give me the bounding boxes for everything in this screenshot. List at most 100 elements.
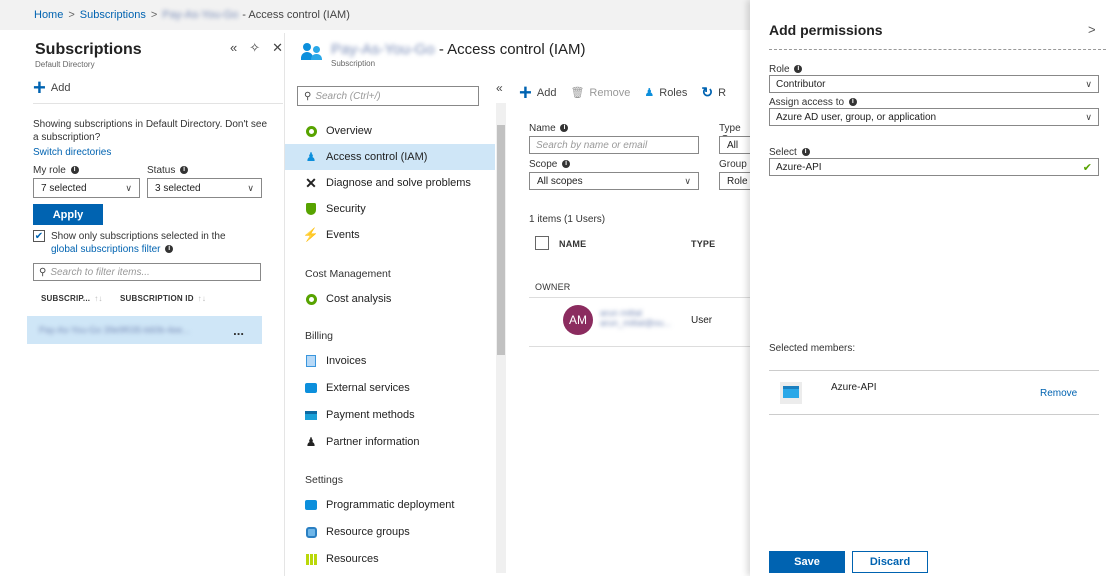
chevron-down-icon: ∨ bbox=[125, 182, 132, 193]
info-icon: i bbox=[70, 166, 79, 175]
iam-blade: Pay-As-You-Go - Access control (IAM) Sub… bbox=[284, 33, 753, 576]
add-label: Add bbox=[50, 82, 71, 94]
type-filter-select[interactable]: All bbox=[719, 136, 753, 154]
shopping-bag-icon bbox=[305, 382, 317, 394]
assign-access-label: Assign access to i bbox=[769, 97, 1099, 108]
table-row[interactable]: arun mittal arun_mittal@ou... bbox=[600, 308, 671, 328]
nav-item-payment-methods[interactable]: Payment methods bbox=[285, 402, 495, 428]
nav-item-cost-analysis[interactable]: Cost analysis bbox=[285, 286, 495, 312]
showing-text: Showing subscriptions in Default Directo… bbox=[33, 119, 268, 143]
breadcrumb-subscriptions[interactable]: Subscriptions bbox=[80, 9, 146, 21]
chevron-down-icon: ∨ bbox=[684, 175, 691, 186]
roles-icon: ♟ bbox=[644, 87, 655, 99]
items-count: 1 items (1 Users) bbox=[529, 214, 606, 225]
search-icon: ⚲ bbox=[304, 90, 312, 102]
column-header-subscription-id[interactable]: SUBSCRIPTION ID ↑↓ bbox=[120, 294, 206, 303]
info-icon: i bbox=[848, 98, 857, 107]
section-cost-management: Cost Management bbox=[305, 268, 391, 280]
section-billing: Billing bbox=[305, 330, 334, 342]
collapse-icon[interactable]: « bbox=[230, 40, 237, 56]
table-row[interactable]: Pay-As-You-Go 39e9f035-b60b-4ee... ... bbox=[27, 316, 262, 344]
chevron-down-icon: ∨ bbox=[247, 182, 254, 193]
select-input[interactable]: Azure-API ✔ bbox=[769, 158, 1099, 176]
remove-member-link[interactable]: Remove bbox=[1040, 388, 1077, 399]
avatar: AM bbox=[563, 305, 593, 335]
divider bbox=[769, 49, 1106, 50]
wrench-icon: ✕ bbox=[305, 174, 317, 191]
nav-item-resource-groups[interactable]: Resource groups bbox=[285, 519, 495, 545]
nav-item-access-control[interactable]: ♟ Access control (IAM) bbox=[285, 144, 495, 170]
discard-button[interactable]: Discard bbox=[852, 551, 928, 573]
add-subscription-button[interactable]: + Add bbox=[33, 75, 71, 100]
nav-item-events[interactable]: ⚡ Events bbox=[285, 222, 495, 248]
resource-menu: ⚲ Search (Ctrl+/) Overview ♟ Access cont… bbox=[285, 81, 495, 576]
add-button[interactable]: + Add bbox=[519, 81, 556, 105]
checkmark-icon: ✔ bbox=[1082, 161, 1092, 174]
users-icon: ♟ bbox=[305, 150, 317, 164]
group-filter-label: Group bbox=[719, 159, 747, 170]
name-filter-input[interactable]: Search by name or email bbox=[529, 136, 699, 154]
more-options-icon[interactable]: ... bbox=[233, 323, 244, 338]
chevron-down-icon: ∨ bbox=[1085, 78, 1092, 89]
collapse-menu-icon[interactable]: « bbox=[496, 81, 503, 95]
selected-members-label: Selected members: bbox=[769, 343, 856, 354]
refresh-button[interactable]: ↻ R bbox=[701, 84, 726, 101]
nav-item-security[interactable]: Security bbox=[285, 196, 495, 222]
nav-item-partner-information[interactable]: ♟ Partner information bbox=[285, 429, 495, 455]
scrollbar-thumb[interactable] bbox=[497, 125, 505, 355]
page-title-text: - Access control (IAM) bbox=[438, 41, 586, 58]
menu-search-input[interactable]: ⚲ Search (Ctrl+/) bbox=[297, 86, 479, 106]
search-icon: ⚲ bbox=[39, 266, 47, 278]
pin-icon[interactable]: ✧ bbox=[249, 40, 260, 56]
status-label: Status i bbox=[147, 164, 189, 177]
apply-button[interactable]: Apply bbox=[33, 204, 103, 225]
assign-access-field: Assign access to i Azure AD user, group,… bbox=[769, 97, 1099, 126]
scope-filter-select[interactable]: All scopes ∨ bbox=[529, 172, 699, 190]
group-filter-select[interactable]: Role bbox=[719, 172, 753, 190]
user-name[interactable]: arun mittal bbox=[600, 308, 671, 318]
nav-item-external-services[interactable]: External services bbox=[285, 375, 495, 401]
breadcrumb-home[interactable]: Home bbox=[34, 9, 63, 21]
info-icon: i bbox=[165, 245, 174, 254]
plus-icon: + bbox=[519, 81, 532, 105]
subscriptions-blade: Subscriptions Default Directory « ✧ ✕ + … bbox=[27, 33, 283, 576]
nav-item-overview[interactable]: Overview bbox=[285, 118, 495, 144]
app-registration-icon bbox=[780, 382, 802, 404]
owner-group-heading: OWNER bbox=[535, 282, 571, 292]
roles-button[interactable]: ♟ Roles bbox=[644, 86, 687, 100]
global-filter-link[interactable]: global subscriptions filter bbox=[51, 244, 161, 255]
column-header-name[interactable]: NAME bbox=[559, 239, 586, 249]
my-role-select[interactable]: 7 selected ∨ bbox=[33, 178, 140, 198]
nav-item-programmatic-deployment[interactable]: Programmatic deployment bbox=[285, 492, 495, 518]
user-type: User bbox=[691, 315, 713, 326]
breadcrumb-separator: > bbox=[68, 9, 75, 21]
show-only-checkbox[interactable]: ✔ bbox=[33, 230, 45, 242]
select-all-checkbox[interactable] bbox=[535, 236, 549, 250]
menu-scrollbar[interactable] bbox=[496, 103, 506, 573]
nav-item-resources[interactable]: Resources bbox=[285, 546, 495, 572]
column-header-type[interactable]: TYPE bbox=[691, 239, 715, 249]
trash-icon: 🗑 bbox=[570, 87, 585, 99]
subscription-row-text: Pay-As-You-Go 39e9f035-b60b-4ee... bbox=[39, 325, 190, 335]
breadcrumb-current: - Access control (IAM) bbox=[242, 9, 350, 21]
breadcrumb-separator: > bbox=[150, 9, 158, 21]
chevron-down-icon: ∨ bbox=[1085, 111, 1092, 122]
close-icon[interactable]: ✕ bbox=[272, 40, 283, 56]
column-header-subscription[interactable]: SUBSCRIP... ↑↓ bbox=[41, 294, 103, 303]
overview-icon bbox=[305, 125, 317, 137]
user-email: arun_mittal@ou... bbox=[600, 318, 672, 328]
filter-search-input[interactable]: ⚲ Search to filter items... bbox=[33, 263, 261, 281]
page-title: Pay-As-You-Go - Access control (IAM) bbox=[331, 41, 586, 58]
remove-button[interactable]: 🗑 Remove bbox=[570, 86, 630, 100]
assign-access-select[interactable]: Azure AD user, group, or application ∨ bbox=[769, 108, 1099, 126]
switch-directories-link[interactable]: Switch directories bbox=[33, 146, 111, 159]
role-select[interactable]: Contributor ∨ bbox=[769, 75, 1099, 93]
nav-item-invoices[interactable]: Invoices bbox=[285, 348, 495, 374]
status-select[interactable]: 3 selected ∨ bbox=[147, 178, 262, 198]
show-only-text: Show only subscriptions selected in the bbox=[51, 231, 226, 242]
nav-item-diagnose[interactable]: ✕ Diagnose and solve problems bbox=[285, 170, 495, 196]
breadcrumb-subscription-name[interactable]: Pay-As-You-Go bbox=[162, 9, 238, 21]
plus-icon: + bbox=[33, 75, 46, 100]
save-button[interactable]: Save bbox=[769, 551, 845, 573]
close-panel-icon[interactable]: > bbox=[1088, 22, 1096, 37]
